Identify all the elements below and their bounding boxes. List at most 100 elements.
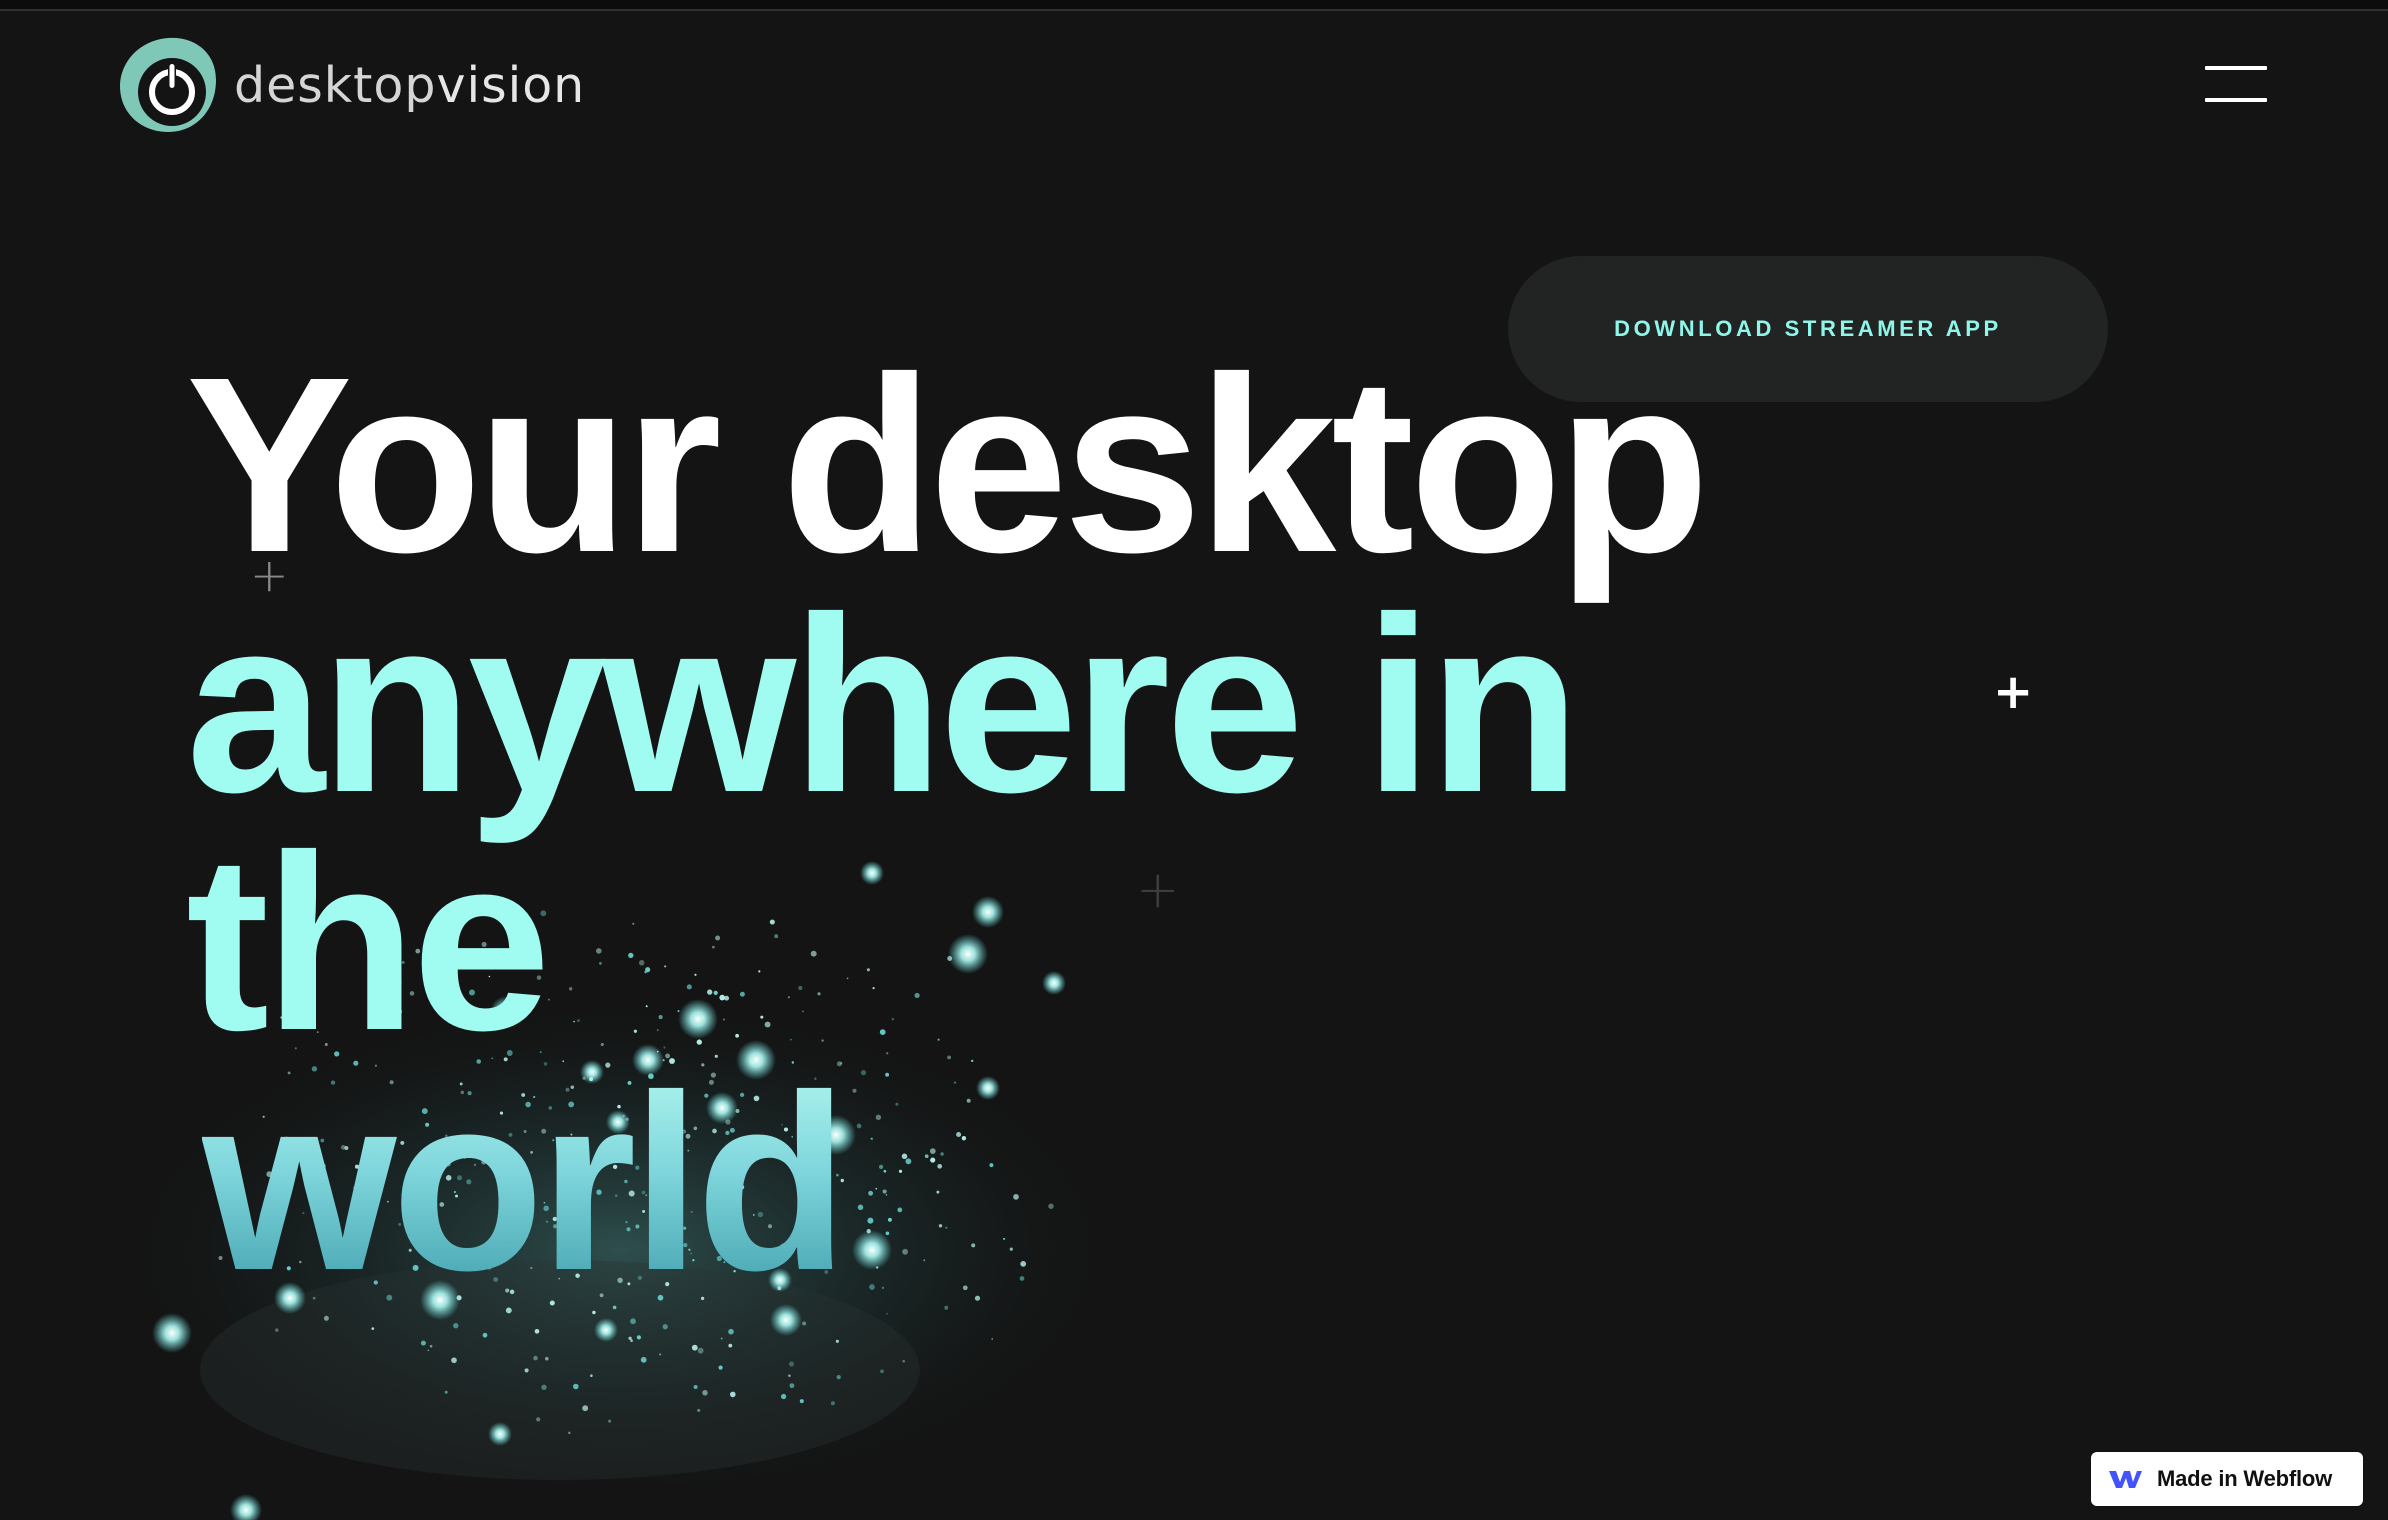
dust-particle (769, 919, 775, 925)
dust-particle (700, 1016, 705, 1021)
dust-particle (962, 1285, 968, 1291)
dust-particle (798, 985, 803, 991)
dust-particle (880, 1369, 884, 1374)
dust-particle (810, 950, 817, 957)
dust-particle (788, 1361, 795, 1367)
dust-particle (420, 1340, 426, 1346)
dust-particle (1009, 1247, 1013, 1251)
dust-particle (866, 968, 870, 972)
dust-particle (691, 1344, 698, 1351)
dust-particle (856, 1123, 862, 1129)
dust-particle (780, 1393, 787, 1400)
dust-particle (482, 1332, 488, 1338)
dust-particle (730, 1391, 736, 1398)
dust-particle (645, 1005, 648, 1008)
dust-particle (444, 1390, 448, 1394)
dust-particle (914, 992, 920, 998)
dust-particle (821, 1039, 824, 1042)
dust-particle (697, 1408, 701, 1412)
plus-marker-icon: + (1136, 860, 1180, 920)
dust-particle (956, 1131, 962, 1138)
dust-particle (898, 1169, 903, 1173)
dust-particle (789, 1038, 792, 1041)
dust-particle (658, 1015, 663, 1020)
dust-particle (923, 1259, 926, 1262)
dust-particle (852, 1088, 857, 1093)
webflow-icon (2109, 1471, 2142, 1488)
dust-particle (547, 998, 550, 1001)
dust-particle (817, 992, 821, 996)
dust-particle (1019, 1276, 1025, 1281)
logo-wordmark-light: desktop (234, 56, 437, 114)
dust-particle (720, 1337, 723, 1340)
dust-particle (883, 1169, 887, 1173)
dust-particle (595, 948, 602, 954)
dust-particle (735, 1033, 739, 1038)
dust-particle (697, 1347, 704, 1354)
dust-particle (895, 1102, 899, 1106)
dust-particle (640, 1356, 647, 1363)
dust-particle (971, 1243, 976, 1248)
made-in-webflow-badge[interactable]: Made in Webflow (2091, 1452, 2363, 1506)
dust-particle (599, 962, 602, 965)
dust-particle (802, 1010, 804, 1013)
dust-particle (860, 1070, 867, 1076)
dust-particle (905, 1158, 912, 1165)
dust-particle (713, 990, 718, 996)
dust-particle (882, 1189, 887, 1194)
dust-particle (573, 1020, 575, 1023)
dust-particle (656, 1029, 659, 1031)
dust-particle (694, 973, 697, 976)
dust-particle (719, 994, 726, 1001)
headline-line-1: Your desktop (186, 325, 1710, 604)
headline-line-3: the (186, 803, 551, 1082)
dust-particle (715, 935, 721, 941)
site-logo[interactable]: desktopvision (116, 34, 585, 136)
dust-particle (427, 1349, 430, 1352)
dust-particle (830, 1401, 835, 1406)
dust-particle (568, 1431, 571, 1435)
dust-particle (846, 977, 849, 980)
dust-particle (788, 1374, 791, 1378)
sparkle-particle (152, 1313, 192, 1353)
dust-particle (885, 1193, 888, 1196)
dust-particle (902, 1360, 905, 1363)
dust-particle (881, 1286, 885, 1290)
dust-particle (758, 970, 761, 973)
headline-line-2: anywhere in (186, 565, 1581, 844)
dust-particle (886, 1052, 889, 1055)
dust-particle (924, 1154, 929, 1159)
dust-particle (799, 1399, 804, 1404)
dust-particle (645, 967, 651, 973)
dust-particle (644, 970, 647, 974)
dust-particle (938, 1224, 943, 1228)
dust-particle (866, 1229, 871, 1234)
dust-particle (875, 1114, 882, 1120)
dust-particle (608, 1419, 612, 1423)
dust-particle (876, 1266, 879, 1269)
dust-particle (875, 1187, 878, 1190)
dust-particle (1013, 1194, 1019, 1200)
dust-particle (885, 1072, 890, 1077)
dust-particle (937, 1038, 940, 1041)
dust-particle (878, 1164, 884, 1170)
dust-particle (429, 1344, 433, 1348)
hamburger-icon[interactable] (2205, 64, 2267, 104)
dust-particle (724, 995, 730, 1001)
dust-particle (728, 1343, 733, 1348)
dust-particle (686, 984, 692, 990)
dust-particle (590, 1374, 593, 1377)
dust-particle (712, 945, 715, 949)
dust-particle (802, 1321, 807, 1326)
dust-particle (524, 1368, 529, 1373)
power-icon (120, 37, 216, 132)
badge-label: Made in Webflow (2157, 1466, 2333, 1491)
dust-particle (533, 1355, 538, 1361)
dust-particle (835, 1339, 839, 1343)
dust-particle (870, 1137, 873, 1140)
dust-particle (872, 986, 875, 990)
dust-particle (764, 1021, 771, 1028)
dust-particle (857, 1204, 864, 1211)
dust-particle (966, 1098, 971, 1103)
dust-particle (937, 1163, 943, 1169)
